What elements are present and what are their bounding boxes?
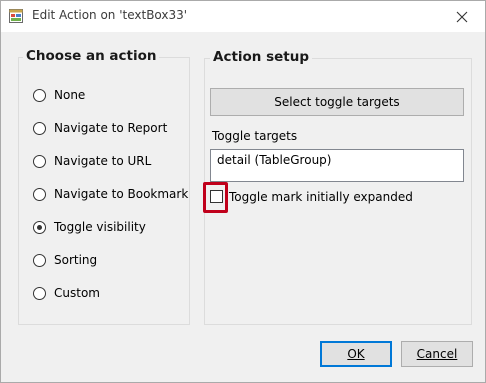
radio-button[interactable]	[33, 187, 46, 201]
radio-label: Toggle visibility	[54, 220, 146, 234]
radio-button[interactable]	[33, 154, 46, 168]
radio-button[interactable]	[33, 286, 46, 300]
dialog-window: Edit Action on 'textBox33' Choose an act…	[0, 0, 486, 383]
ok-button[interactable]: OK	[320, 341, 392, 367]
radio-custom[interactable]: Custom	[33, 284, 100, 302]
radio-none[interactable]: None	[33, 86, 85, 104]
radio-label: Navigate to URL	[54, 154, 152, 168]
cancel-label: Cancel	[416, 347, 458, 361]
radio-navigate-bookmark[interactable]: Navigate to Bookmark	[33, 185, 188, 203]
radio-toggle-visibility[interactable]: Toggle visibility	[33, 218, 146, 236]
toggle-mark-label[interactable]: Toggle mark initially expanded	[229, 190, 413, 204]
radio-navigate-url[interactable]: Navigate to URL	[33, 152, 151, 170]
title-bar: Edit Action on 'textBox33'	[1, 1, 485, 32]
radio-label: Navigate to Report	[54, 121, 168, 135]
radio-button[interactable]	[33, 121, 46, 135]
toggle-mark-checkbox[interactable]	[210, 190, 223, 203]
choose-action-title: Choose an action	[23, 48, 160, 64]
toggle-targets-label: Toggle targets	[212, 129, 298, 143]
window-title: Edit Action on 'textBox33'	[32, 8, 188, 22]
app-icon	[9, 9, 23, 23]
radio-sorting[interactable]: Sorting	[33, 251, 97, 269]
cancel-button[interactable]: Cancel	[401, 341, 473, 367]
radio-label: Navigate to Bookmark	[54, 187, 189, 201]
select-toggle-targets-button[interactable]: Select toggle targets	[210, 88, 464, 116]
action-setup-title: Action setup	[210, 49, 313, 65]
radio-label: Custom	[54, 286, 100, 300]
ok-label: OK	[347, 347, 365, 361]
radio-label: Sorting	[54, 253, 98, 267]
toggle-targets-list[interactable]: detail (TableGroup)	[210, 149, 464, 182]
radio-button[interactable]	[33, 253, 46, 267]
radio-navigate-report[interactable]: Navigate to Report	[33, 119, 167, 137]
radio-button-selected[interactable]	[33, 220, 46, 234]
close-button[interactable]	[439, 1, 485, 32]
close-icon	[456, 11, 468, 22]
radio-button[interactable]	[33, 88, 46, 102]
list-item[interactable]: detail (TableGroup)	[217, 153, 331, 167]
radio-label: None	[54, 88, 86, 102]
